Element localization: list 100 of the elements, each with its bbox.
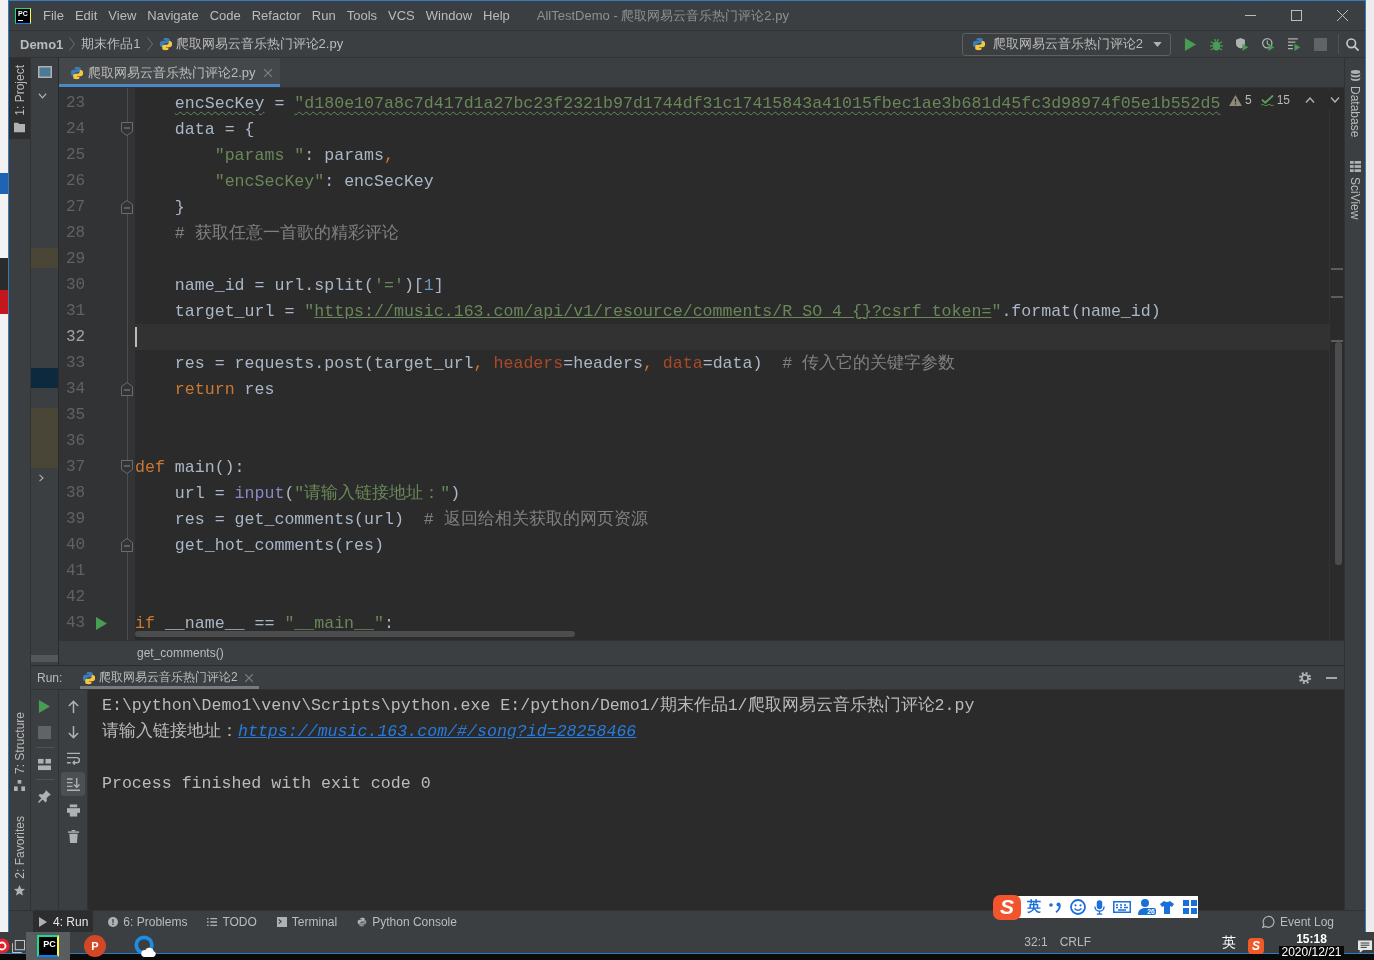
search-icon [1345, 37, 1359, 51]
panel-title: Run: [37, 670, 64, 685]
warning-count[interactable]: 5 [1244, 93, 1252, 107]
play-icon [38, 916, 48, 927]
printer-icon [66, 803, 80, 817]
chevron-right-icon[interactable] [39, 474, 44, 482]
fold-icon[interactable] [121, 200, 133, 214]
breadcrumb[interactable]: 期末作品1 [81, 35, 141, 53]
menu-item[interactable]: Help [483, 8, 510, 23]
database-icon [1349, 70, 1361, 81]
menu-item[interactable]: Navigate [147, 8, 199, 23]
punctuation-icon [1049, 901, 1061, 913]
taskbar-app-button[interactable]: PC [26, 932, 70, 960]
tool-window-button[interactable]: Python Console [352, 911, 462, 932]
scrollbar-thumb[interactable] [135, 631, 575, 637]
code-line: "encSecKey": encSecKey [214, 171, 434, 191]
tool-window-button[interactable]: 6: Problems [103, 911, 193, 932]
tool-window-button[interactable]: SciView [1345, 159, 1365, 222]
tool-window-button[interactable]: Terminal [271, 911, 343, 932]
ime-logo[interactable]: S [993, 894, 1021, 920]
fold-icon[interactable] [121, 122, 133, 136]
tool-window-button[interactable]: 7: Structure [9, 705, 30, 798]
tool-window-button[interactable]: 2: Favorites [9, 809, 30, 902]
menu-item[interactable]: Edit [74, 8, 98, 23]
run-icon [1183, 37, 1197, 51]
close-icon[interactable] [263, 68, 272, 77]
fold-icon[interactable] [121, 460, 133, 474]
tool-window-button[interactable]: 1: Project [9, 58, 30, 139]
code-line: return res [174, 379, 275, 399]
tool-window-button[interactable]: 4: Run [33, 911, 94, 932]
run-configuration-dropdown[interactable]: 爬取网易云音乐热门评论2 [961, 32, 1171, 56]
shield-run-icon [1235, 37, 1249, 51]
speech-bubble-icon [1261, 915, 1275, 928]
status-bar-item[interactable]: CRLF [1059, 932, 1091, 953]
scroll-to-end-icon [66, 777, 80, 791]
menu-item[interactable]: Window [425, 8, 473, 23]
scroll-to-end-button[interactable] [61, 772, 85, 796]
tree-row-highlight [31, 408, 58, 468]
chevron-down-icon[interactable] [1330, 97, 1340, 103]
code-line: def main(): [135, 457, 245, 477]
menu-item[interactable]: View [108, 8, 137, 23]
breadcrumb[interactable]: 爬取网易云音乐热门评论2.py [175, 35, 344, 53]
fold-icon[interactable] [121, 538, 133, 552]
keyboard-icon [1113, 901, 1131, 913]
code-line: data = { [174, 119, 255, 139]
star-icon [14, 885, 25, 896]
breadcrumb[interactable]: get_comments() [137, 646, 224, 660]
menu-item[interactable]: Refactor [251, 8, 301, 23]
clock[interactable]: 15:18 2020/12/21 [1278, 932, 1345, 960]
code-line: if __name__ == "__main__": [135, 613, 394, 633]
taskbar-app-button[interactable]: P [70, 932, 120, 960]
minimize-icon [1325, 676, 1337, 679]
grid-icon [1183, 900, 1197, 914]
line-number: 32 [65, 328, 87, 346]
ime-mode-button[interactable]: 英 [1027, 898, 1041, 916]
input-method-indicator[interactable]: 英 [1222, 932, 1236, 953]
tree-row-highlight [31, 248, 58, 268]
panel-icon[interactable] [38, 66, 52, 78]
ring-icon [0, 938, 10, 954]
status-bar-item[interactable]: 32:1 [1024, 932, 1048, 953]
arrow-up-icon [66, 699, 80, 713]
menu-item[interactable]: VCS [388, 8, 415, 23]
menu-item[interactable]: Tools [346, 8, 378, 23]
chevron-up-icon[interactable] [1305, 97, 1315, 103]
fold-icon[interactable] [121, 382, 133, 396]
menu-item[interactable]: Code [209, 8, 241, 23]
scrollbar-thumb[interactable] [31, 655, 58, 662]
list-run-icon [1287, 37, 1301, 51]
minimize-icon [1244, 15, 1256, 16]
console-line: Process finished with exit code 0 [102, 773, 431, 793]
scrollbar-thumb[interactable] [1335, 342, 1342, 565]
event-log-button[interactable]: Event Log [1256, 911, 1339, 932]
tool-window-button[interactable]: Database [1345, 68, 1365, 140]
run-icon [96, 616, 107, 630]
run-icon [38, 699, 51, 713]
caret-down-icon [1153, 41, 1162, 47]
console-link[interactable]: https://music.163.com/#/song?id=28258466 [238, 721, 637, 741]
code-line: "params ": params, [214, 145, 394, 165]
close-icon[interactable] [244, 673, 253, 682]
ime-logo[interactable]: S [1248, 938, 1264, 954]
table-icon [1349, 161, 1361, 173]
menu-item[interactable]: Run [311, 8, 336, 23]
app-logo: PC [37, 935, 59, 957]
editor-tab[interactable]: 爬取网易云音乐热门评论2.py [59, 58, 280, 87]
tool-window-button[interactable]: TODO [202, 911, 262, 932]
python-icon [357, 916, 368, 927]
bug-icon [1209, 37, 1223, 51]
menu-item[interactable]: File [43, 8, 64, 23]
chevron-down-icon[interactable] [38, 93, 47, 99]
code-line: } [174, 197, 185, 217]
python-icon [82, 670, 96, 685]
weak-warning-count[interactable]: 15 [1276, 93, 1290, 107]
code-line: get_hot_comments(res) [174, 535, 384, 555]
breadcrumb[interactable]: Demo1 [20, 36, 64, 52]
microphone-icon [1094, 899, 1105, 915]
smiley-icon [1070, 899, 1086, 915]
pin-icon [38, 789, 51, 803]
folder-icon [14, 121, 25, 133]
code-line: res = get_comments(url) # 返回给相关获取的网页资源 [174, 509, 648, 530]
app-logo: P [84, 935, 106, 957]
